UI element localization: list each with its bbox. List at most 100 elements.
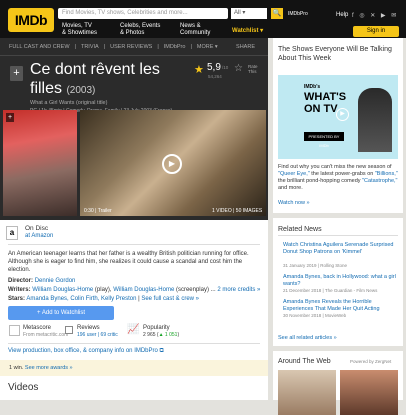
nav-celebs-line1: Celebs, Events [120,23,161,29]
nav-movies-line1: Movies, TV [62,23,92,29]
ad-brand: IMDb's [304,84,321,90]
awards-text: 1 win. [9,365,24,371]
news-item-title[interactable]: Amanda Bynes Reveals the Horrible Experi… [283,299,398,313]
at-amazon-link[interactable]: at Amazon [25,233,53,239]
search-input[interactable]: Find Movies, TV shows, Celebrities and m… [58,8,228,19]
writers-credit: Writers: William Douglas-Home (play), Wi… [8,287,260,293]
promo-text: the latest power-grabs on [309,171,375,177]
add-to-watchlist-plus-icon[interactable]: + [10,66,23,81]
promo-link-queer-eye[interactable]: "Queer Eye," [278,171,310,177]
imdb-logo[interactable]: IMDb [8,8,54,32]
title-year[interactable]: (2003) [66,85,95,96]
popularity-trend-icon: 📈 [127,324,140,335]
original-title: What a Girl Wants (original title) [30,100,108,106]
rating-votes[interactable]: 54,264 [208,74,222,79]
divider [8,244,260,245]
videos-heading: Videos [8,382,39,393]
writer-role: (screenplay) ... [174,287,216,293]
promo-text: Find out why you can't miss the new seas… [278,164,392,170]
news-item-meta: 21 December 2018 | The Guardian - Film N… [283,288,378,293]
stars-credit: Stars: Amanda Bynes, Colin Firth, Kelly … [8,296,199,302]
see-more-awards-link[interactable]: See more awards » [25,365,73,371]
director-credit: Director: Dennie Gordon [8,278,75,284]
add-to-watchlist-button[interactable]: + Add to Watchlist [8,306,114,320]
rate-this-label[interactable]: Rate This [248,64,262,74]
powered-by-zergnet: Powered by ZergNet [350,359,392,364]
around-web-title: Around The Web [278,358,331,365]
poster-add-icon[interactable]: + [6,113,14,122]
nav-movies-tv[interactable]: Movies, TV & Showtimes [62,23,97,37]
stars-links[interactable]: Amanda Bynes, Colin Firth, Kelly Preston [26,296,136,302]
on-disc-label: On Disc [25,225,49,232]
imdbpro-link[interactable]: IMDbPro [288,11,308,17]
writer-link[interactable]: William Douglas-Home [32,287,93,293]
nav-celebs-line2: & Photos [120,30,145,36]
reviews-counts-link[interactable]: 196 user | 69 critic [77,332,118,338]
nav-news-community[interactable]: News & Community [180,23,210,37]
poster-image[interactable] [3,110,77,216]
promo-description: Find out why you can't miss the new seas… [278,164,400,192]
popularity-change: ▲ 1 051 [158,332,178,338]
subnav-user-reviews[interactable]: USER REVIEWS [110,44,152,50]
search-icon[interactable]: 🔍 [271,8,283,19]
star-icon: ★ [194,64,204,76]
promo-link-catastrophe[interactable]: "Catastrophe," [362,178,397,184]
help-link[interactable]: Help [336,12,348,18]
director-link[interactable]: Dennie Gordon [35,278,76,284]
watchlist-link[interactable]: Watchlist ▾ [232,27,263,34]
divider [8,343,260,344]
promo-link-billions[interactable]: "Billions," [375,171,398,177]
page-title: Ce dont rêvent les filles (2003) [30,60,190,100]
subnav-trivia[interactable]: TRIVIA [81,44,99,50]
director-label: Director: [8,278,34,284]
rate-star-icon[interactable]: ☆ [234,63,243,74]
media-counts[interactable]: 1 VIDEO | 50 IMAGES [212,208,262,214]
metascore-box [9,325,20,336]
title-overview: FULL CAST AND CREW | TRIVIA | USER REVIEWS | I… [0,38,268,220]
ad-play-icon[interactable]: ▶ [336,108,349,121]
related-news-title: Related News [278,226,322,233]
popularity-rank: 2 965 ( [143,332,159,338]
ad-headline: WHAT'S ON TV [304,91,347,115]
search-category-value: All [234,10,241,16]
around-web-thumbnail[interactable] [340,370,398,415]
subnav-more[interactable]: MORE ▾ [197,44,218,50]
popularity-label: Popularity [143,325,170,331]
watch-now-link[interactable]: Watch now » [278,200,310,207]
divider [278,235,398,236]
social-icons[interactable]: f ◎ ✕ ▶ ✉ [352,12,398,19]
search-category-select[interactable]: All ▾ [231,8,267,19]
see-all-articles-link[interactable]: See all related articles » [278,335,337,342]
subnav-sep: | [190,44,192,50]
subnav-sep: | [74,44,76,50]
metascore-label[interactable]: Metascore [23,325,51,331]
reviews-label: Reviews [77,325,100,331]
writers-label: Writers: [8,287,31,293]
subnav-full-cast[interactable]: FULL CAST AND CREW [9,44,70,50]
full-cast-link[interactable]: See full cast & crew » [141,296,199,302]
promo-text: the brilliant pond-hopping comedy [278,178,363,184]
plot-summary: An American teenager learns that her fat… [8,251,249,273]
imdbpro-info-link[interactable]: View production, box office, & company i… [8,348,164,355]
play-icon[interactable]: ▶ [162,154,182,174]
nav-celebs-events[interactable]: Celebs, Events & Photos [120,23,160,37]
news-item-title[interactable]: Amanda Bynes, back in Hollywood: what a … [283,274,398,288]
promo-title[interactable]: The Shows Everyone Will Be Talking About… [278,45,398,63]
nav-news-line2: Community [180,30,211,36]
writer-link[interactable]: William Douglas-Home [113,287,174,293]
sign-in-button[interactable]: Sign in [353,26,399,37]
more-credits-link[interactable]: 2 more credits » [217,287,260,293]
title-subnav: FULL CAST AND CREW | TRIVIA | USER REVIEWS | I… [0,38,268,56]
subnav-sep: | [103,44,106,50]
nav-news-line1: News & [180,23,201,29]
top-navbar: IMDb Find Movies, TV shows, Celebrities … [0,0,406,38]
news-item-title[interactable]: Watch Christina Aguilera Serenade Surpri… [283,242,398,256]
reviews-icon [65,326,73,334]
share-button[interactable]: SHARE [236,38,255,56]
trailer-duration: 0:30 | Trailer [84,208,112,214]
promo-text: and more. [278,185,303,191]
around-web-thumbnail[interactable] [278,370,336,415]
metascore-source: From metacritic.com [23,332,69,338]
subnav-imdbpro[interactable]: IMDbPro [164,44,186,50]
writer-role: (play), [93,287,114,293]
